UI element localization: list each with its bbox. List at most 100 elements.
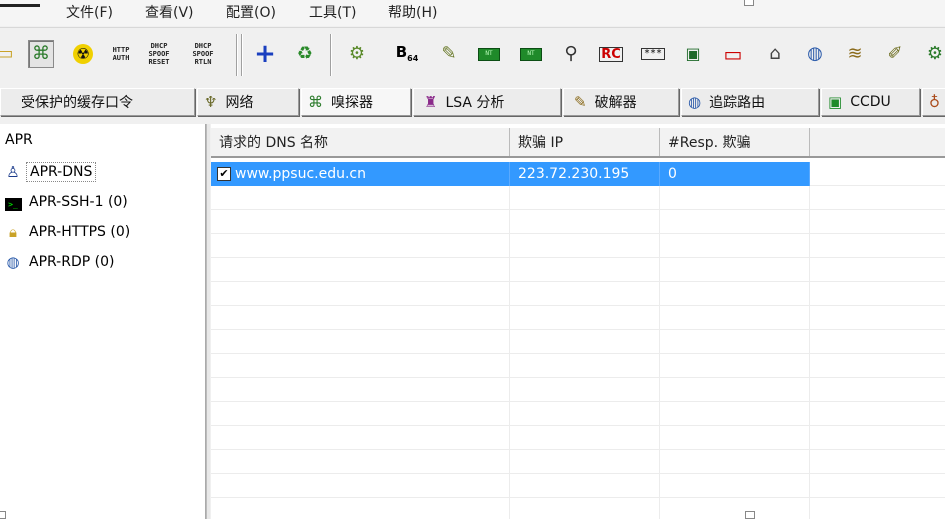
- empty-cell: [510, 234, 660, 258]
- password-dots-icon[interactable]: ***: [640, 40, 666, 68]
- rc-icon[interactable]: RC: [598, 40, 624, 68]
- empty-cell: [660, 402, 810, 426]
- terminal-icon: >_: [0, 193, 26, 211]
- sniffer-icon: ⌘: [308, 93, 323, 111]
- tree-item-apr-https[interactable]: 🔒︎ APR-HTTPS (0): [0, 220, 133, 244]
- base64-icon[interactable]: B64: [394, 40, 420, 68]
- row-checkbox[interactable]: ✔: [217, 167, 231, 181]
- add-icon[interactable]: +: [252, 40, 278, 68]
- empty-cell: [211, 378, 510, 402]
- empty-cell: [510, 210, 660, 234]
- empty-row: [211, 234, 945, 258]
- empty-row: [211, 330, 945, 354]
- menu-config[interactable]: 配置(O): [224, 2, 278, 22]
- toolbar-separator: [330, 34, 332, 76]
- monitor-icon[interactable]: ▣: [680, 40, 706, 68]
- tab-cracker[interactable]: ✎ 破解器: [563, 88, 679, 116]
- traceroute-icon: ◍: [688, 93, 702, 111]
- empty-cell: [660, 498, 810, 519]
- empty-row: [211, 258, 945, 282]
- tab-sniffer[interactable]: ⌘ 嗅探器: [301, 88, 411, 116]
- table-row[interactable]: ✔ www.ppsuc.edu.cn 223.72.230.195 0: [211, 162, 945, 186]
- key-icon[interactable]: ⚲: [558, 40, 584, 68]
- open-folder-icon[interactable]: ▭: [0, 40, 18, 68]
- globe-icon[interactable]: ◍: [802, 40, 828, 68]
- empty-cell: [510, 450, 660, 474]
- empty-row: [211, 474, 945, 498]
- empty-row: [211, 354, 945, 378]
- empty-row: [211, 426, 945, 450]
- empty-cell: [660, 282, 810, 306]
- resize-handle-corner[interactable]: [0, 511, 6, 519]
- empty-cell: [510, 498, 660, 519]
- tab-traceroute[interactable]: ◍ 追踪路由: [681, 88, 819, 116]
- cell-spoof-ip: 223.72.230.195: [510, 162, 660, 186]
- empty-cell: [660, 306, 810, 330]
- empty-cell: [211, 282, 510, 306]
- record-icon[interactable]: ▭: [720, 40, 746, 68]
- tab-overflow-icon: ♁: [929, 93, 940, 111]
- empty-cell: [660, 258, 810, 282]
- empty-cell: [211, 306, 510, 330]
- apr-tree: APR ♙ APR-DNS >_ APR-SSH-1 (0) 🔒︎ APR-HT…: [0, 124, 206, 519]
- empty-cell: [211, 330, 510, 354]
- lock-icon: 🔒︎: [9, 223, 17, 241]
- cracker-icon: ✎: [574, 93, 587, 111]
- dhcp-spoof-reset-button[interactable]: DHCP SPOOF RESET: [146, 40, 172, 68]
- edit-icon[interactable]: ✐: [882, 40, 908, 68]
- tree-item-apr-dns[interactable]: ♙ APR-DNS: [0, 160, 97, 184]
- tab-more[interactable]: ♁: [922, 88, 945, 116]
- empty-row: [211, 210, 945, 234]
- nt-hash-icon-2[interactable]: NT: [518, 40, 544, 68]
- column-header-empty: [810, 128, 945, 156]
- empty-cell: [510, 306, 660, 330]
- recycle-icon[interactable]: ♻: [292, 40, 318, 68]
- empty-cell: [510, 258, 660, 282]
- decoder-icon[interactable]: ⚙: [344, 40, 370, 68]
- empty-cell: [211, 354, 510, 378]
- dns-spoof-grid: 请求的 DNS 名称 欺骗 IP #Resp. 欺骗 ✔ www.ppsuc.e…: [211, 124, 945, 519]
- menu-bar: 文件(F) 查看(V) 配置(O) 工具(T) 帮助(H): [0, 0, 945, 26]
- more-icon[interactable]: ⚙: [922, 40, 945, 68]
- empty-cell: [510, 282, 660, 306]
- tab-network[interactable]: ♆ 网络: [197, 88, 299, 116]
- column-header-resp-count[interactable]: #Resp. 欺骗: [660, 128, 810, 156]
- apr-radiation-button[interactable]: ☢: [70, 40, 96, 68]
- nt-hash-icon[interactable]: NT: [476, 40, 502, 68]
- empty-cell: [211, 186, 510, 210]
- dhcp-spoof-rtln-button[interactable]: DHCP SPOOF RTLN: [190, 40, 216, 68]
- tree-item-apr-ssh[interactable]: >_ APR-SSH-1 (0): [0, 190, 131, 214]
- empty-cell: [211, 450, 510, 474]
- resize-handle-bottom[interactable]: [745, 511, 755, 519]
- tab-strip: 受保护的缓存口令 ♆ 网络 ⌘ 嗅探器 ♜ LSA 分析 ✎ 破解器 ◍ 追踪路…: [0, 88, 945, 118]
- menu-view[interactable]: 查看(V): [143, 2, 196, 22]
- ccdu-icon: ▣: [828, 93, 843, 111]
- http-auth-button[interactable]: HTTP AUTH: [108, 40, 134, 68]
- menu-help[interactable]: 帮助(H): [386, 2, 439, 22]
- tree-item-apr-rdp[interactable]: ◍ APR-RDP (0): [0, 250, 117, 274]
- empty-row: [211, 186, 945, 210]
- tab-lsa[interactable]: ♜ LSA 分析: [413, 88, 561, 116]
- start-sniffer-button[interactable]: ⌘: [28, 40, 54, 68]
- hash-icon[interactable]: ✎: [436, 40, 462, 68]
- empty-cell: [211, 402, 510, 426]
- tab-ccdu[interactable]: ▣ CCDU: [821, 88, 920, 116]
- app-logo: [0, 0, 40, 7]
- splitter[interactable]: [206, 124, 210, 519]
- house-icon[interactable]: ⌂: [762, 40, 788, 68]
- empty-cell: [510, 402, 660, 426]
- database-icon[interactable]: ≋: [842, 40, 868, 68]
- empty-cell: [211, 258, 510, 282]
- resize-handle-top[interactable]: [744, 0, 754, 6]
- empty-row: [211, 378, 945, 402]
- menu-file[interactable]: 文件(F): [64, 2, 115, 22]
- toolbar-separator: [236, 34, 238, 76]
- empty-cell: [510, 330, 660, 354]
- column-header-dns-name[interactable]: 请求的 DNS 名称: [211, 128, 510, 156]
- empty-cell: [510, 378, 660, 402]
- tab-cached-passwords[interactable]: 受保护的缓存口令: [0, 88, 195, 116]
- column-header-spoof-ip[interactable]: 欺骗 IP: [510, 128, 660, 156]
- tree-root-apr[interactable]: APR: [5, 132, 33, 148]
- network-icon: ♆: [204, 93, 218, 111]
- menu-tools[interactable]: 工具(T): [307, 2, 358, 22]
